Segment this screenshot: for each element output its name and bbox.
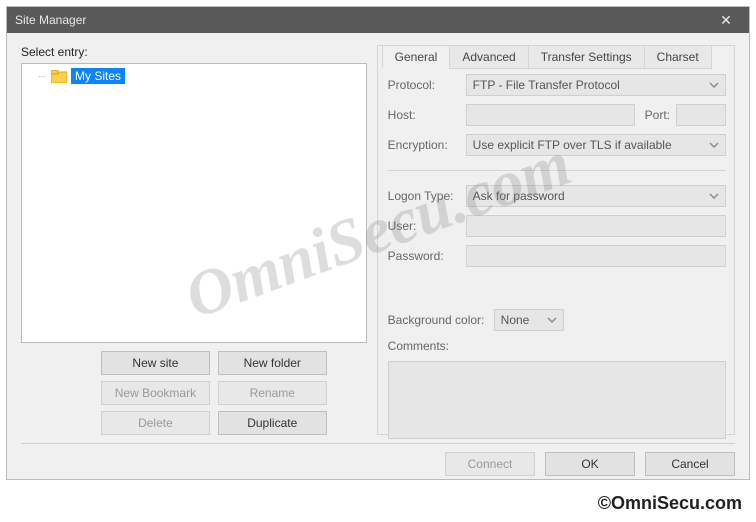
ok-button[interactable]: OK bbox=[545, 452, 635, 476]
duplicate-button[interactable]: Duplicate bbox=[218, 411, 327, 435]
tab-charset[interactable]: Charset bbox=[644, 45, 712, 69]
close-icon[interactable]: ✕ bbox=[711, 12, 741, 29]
right-panel: General Advanced Transfer Settings Chars… bbox=[377, 45, 735, 435]
left-panel: Select entry: ··· My Sites New site New … bbox=[21, 45, 367, 435]
comments-textarea[interactable] bbox=[388, 361, 726, 439]
password-label: Password: bbox=[388, 249, 460, 263]
bgcolor-value: None bbox=[501, 313, 530, 327]
site-manager-window: Site Manager ✕ Select entry: ··· My Site… bbox=[6, 6, 750, 480]
chevron-down-icon bbox=[709, 140, 719, 150]
chevron-down-icon bbox=[547, 315, 557, 325]
protocol-select[interactable]: FTP - File Transfer Protocol bbox=[466, 74, 726, 96]
connect-button: Connect bbox=[445, 452, 535, 476]
host-label: Host: bbox=[388, 108, 460, 122]
folder-icon bbox=[51, 70, 67, 83]
encryption-select[interactable]: Use explicit FTP over TLS if available bbox=[466, 134, 726, 156]
window-title: Site Manager bbox=[15, 13, 86, 27]
select-entry-label: Select entry: bbox=[21, 45, 367, 59]
bgcolor-select[interactable]: None bbox=[494, 309, 564, 331]
encryption-value: Use explicit FTP over TLS if available bbox=[473, 138, 672, 152]
tab-general[interactable]: General bbox=[382, 45, 451, 69]
rename-button: Rename bbox=[218, 381, 327, 405]
copyright-text: ©OmniSecu.com bbox=[598, 493, 742, 514]
new-bookmark-button: New Bookmark bbox=[101, 381, 210, 405]
user-input[interactable] bbox=[466, 215, 726, 237]
tab-bar: General Advanced Transfer Settings Chars… bbox=[382, 45, 711, 69]
tree-connector: ··· bbox=[38, 71, 45, 82]
tab-transfer-settings[interactable]: Transfer Settings bbox=[528, 45, 645, 69]
protocol-value: FTP - File Transfer Protocol bbox=[473, 78, 620, 92]
tab-advanced[interactable]: Advanced bbox=[449, 45, 528, 69]
port-label: Port: bbox=[645, 108, 670, 122]
separator bbox=[388, 170, 726, 171]
encryption-label: Encryption: bbox=[388, 138, 460, 152]
tree-root-row[interactable]: ··· My Sites bbox=[26, 68, 362, 84]
logon-type-value: Ask for password bbox=[473, 189, 565, 203]
bgcolor-label: Background color: bbox=[388, 313, 488, 327]
protocol-label: Protocol: bbox=[388, 78, 460, 92]
cancel-button[interactable]: Cancel bbox=[645, 452, 735, 476]
comments-label: Comments: bbox=[388, 339, 488, 353]
logon-type-label: Logon Type: bbox=[388, 189, 460, 203]
new-site-button[interactable]: New site bbox=[101, 351, 210, 375]
footer-separator bbox=[21, 443, 735, 444]
tree-root-label: My Sites bbox=[71, 68, 125, 84]
port-input[interactable] bbox=[676, 104, 726, 126]
chevron-down-icon bbox=[709, 80, 719, 90]
user-label: User: bbox=[388, 219, 460, 233]
host-input[interactable] bbox=[466, 104, 635, 126]
titlebar: Site Manager ✕ bbox=[7, 7, 749, 33]
dialog-footer: Connect OK Cancel bbox=[7, 452, 749, 486]
chevron-down-icon bbox=[709, 191, 719, 201]
logon-type-select[interactable]: Ask for password bbox=[466, 185, 726, 207]
new-folder-button[interactable]: New folder bbox=[218, 351, 327, 375]
password-input[interactable] bbox=[466, 245, 726, 267]
delete-button: Delete bbox=[101, 411, 210, 435]
site-tree[interactable]: ··· My Sites bbox=[21, 63, 367, 343]
